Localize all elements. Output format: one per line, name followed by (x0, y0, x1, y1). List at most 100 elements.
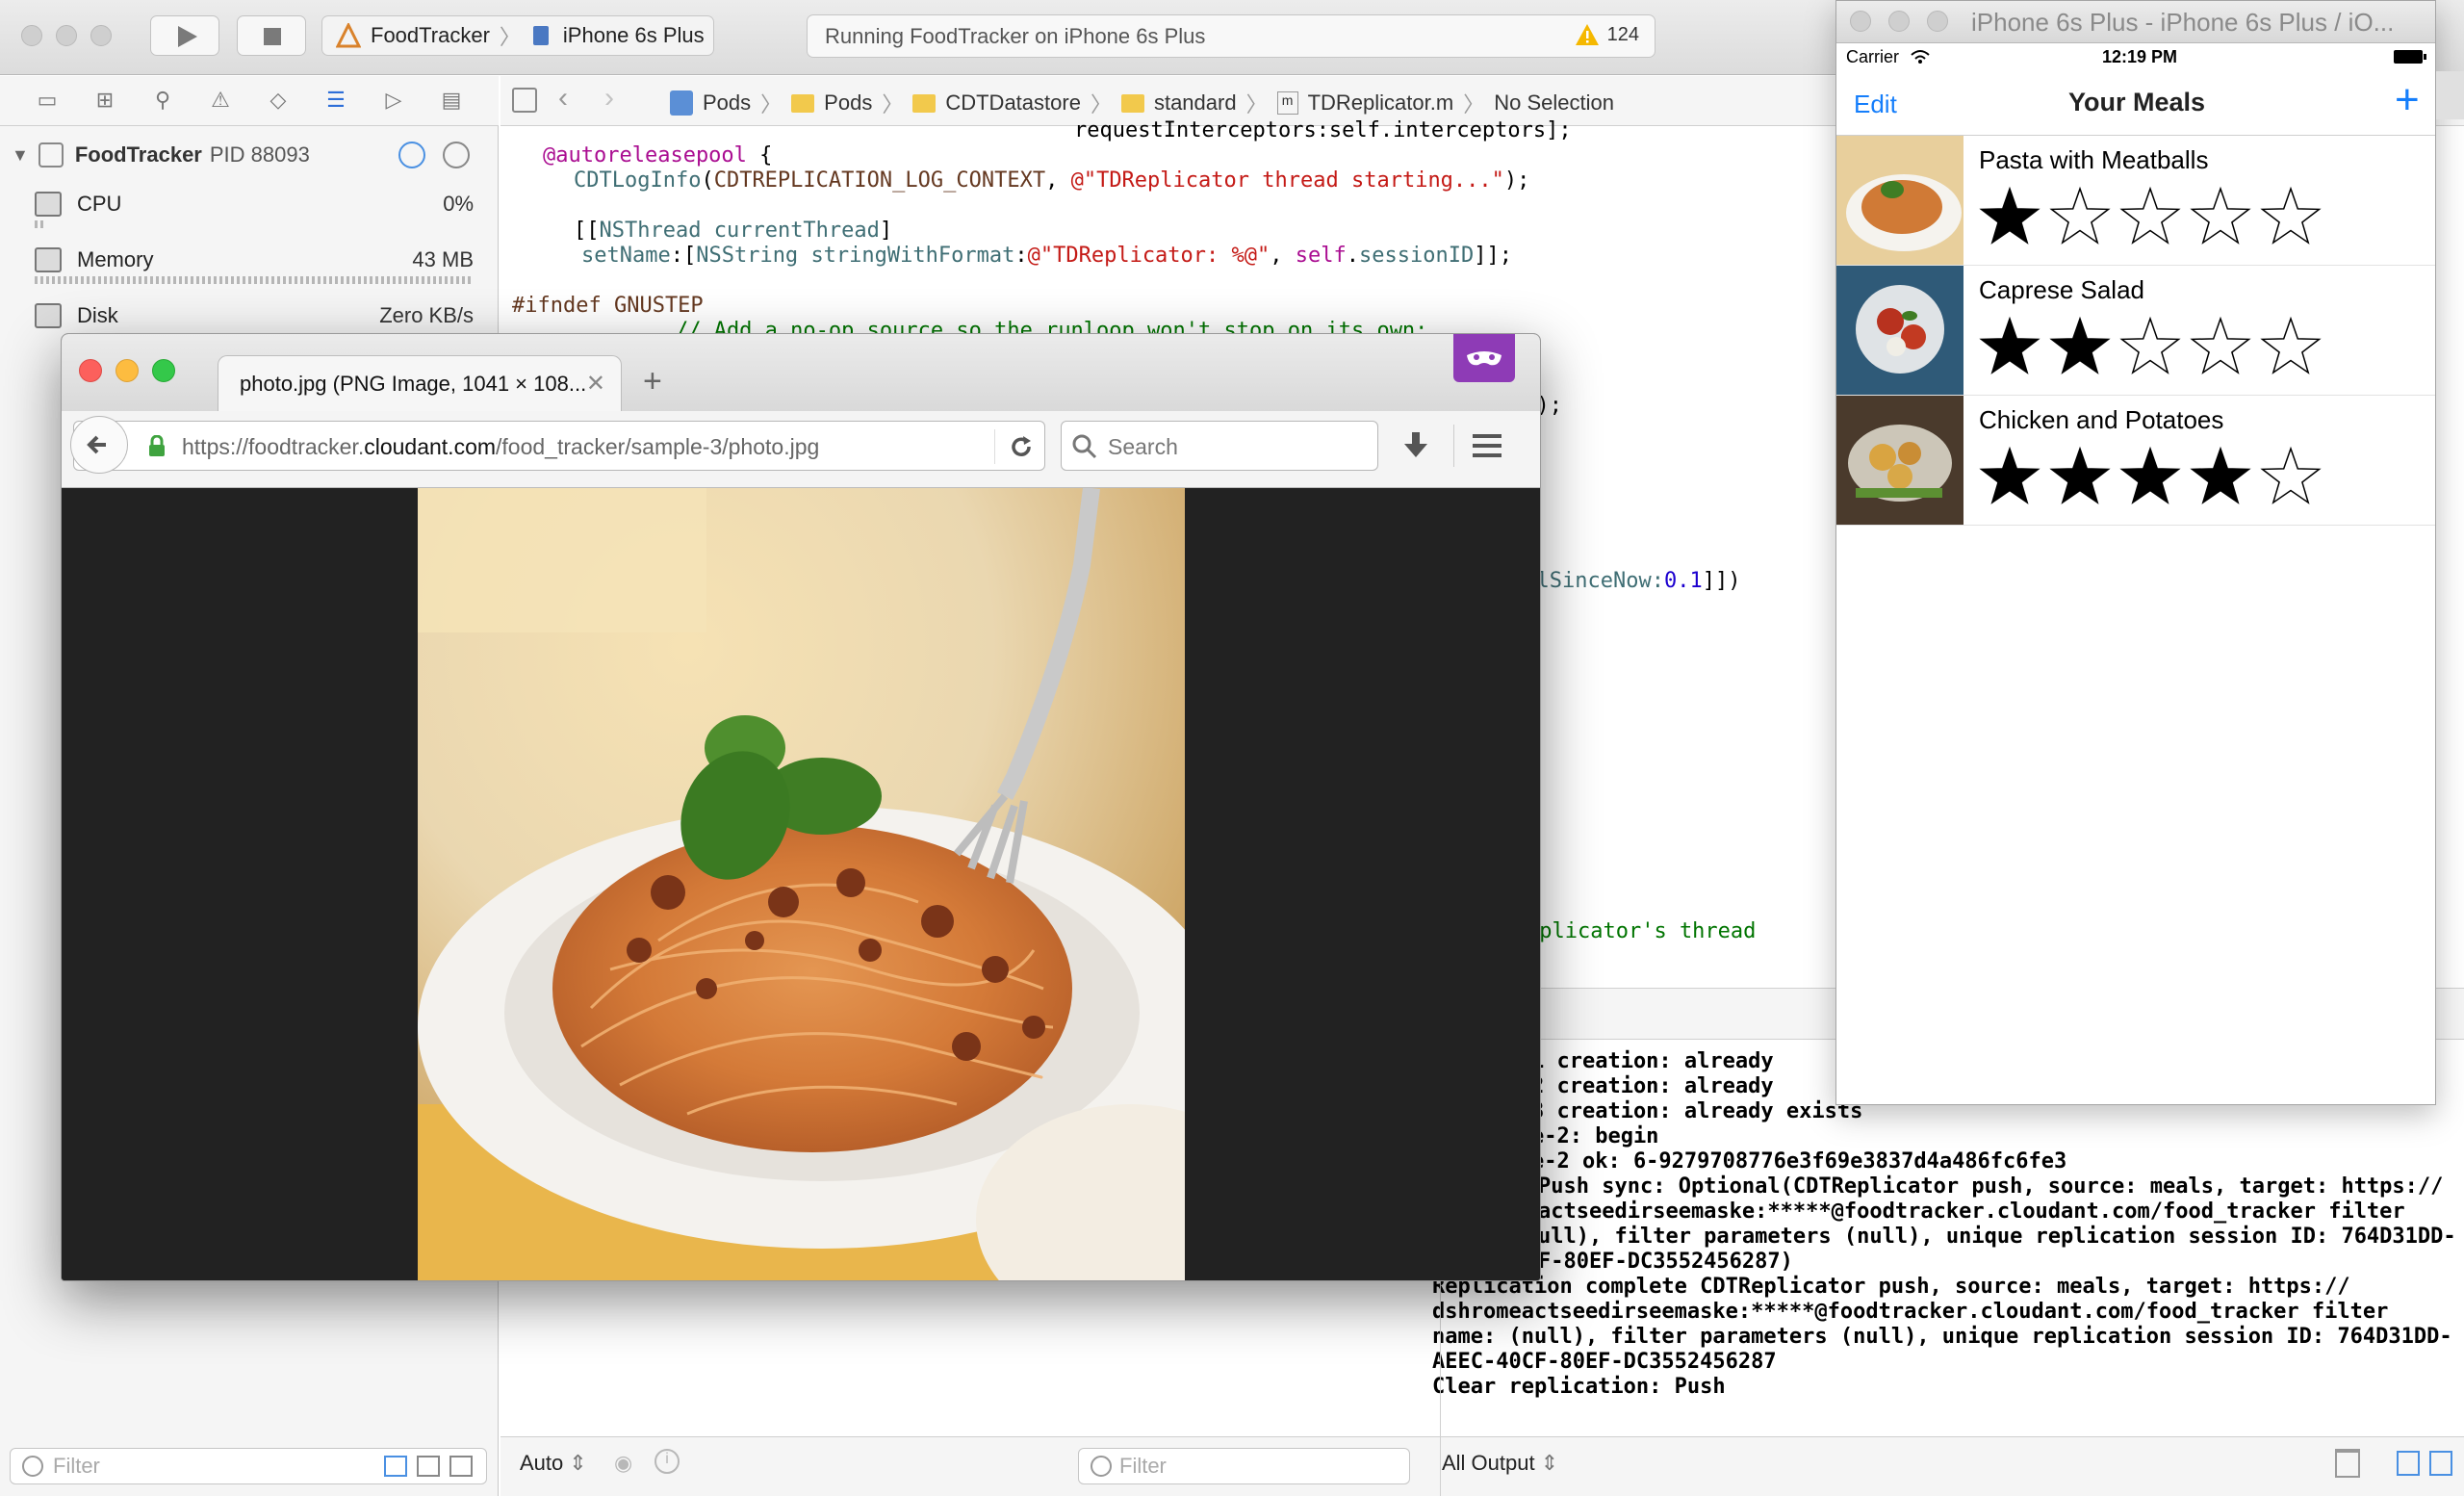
breadcrumb-item[interactable]: standard (1154, 90, 1237, 116)
zoom-window-button[interactable] (90, 25, 112, 46)
gauge-value: Zero KB/s (379, 303, 474, 327)
symbol-navigator-icon[interactable]: ⊞ (90, 88, 119, 115)
filled-star-icon[interactable] (1979, 446, 2040, 507)
zoom-window-button[interactable] (152, 359, 175, 382)
breadcrumb-item[interactable]: Pods (824, 90, 872, 116)
filled-star-icon[interactable] (2049, 446, 2111, 507)
close-tab-icon[interactable]: ✕ (586, 370, 605, 398)
search-input[interactable]: Search (1061, 421, 1378, 471)
scroll-handle[interactable] (2436, 71, 2464, 119)
breadcrumb-item[interactable]: TDReplicator.m (1308, 90, 1454, 116)
filled-star-icon[interactable] (2049, 316, 2111, 377)
find-navigator-icon[interactable]: ⚲ (148, 88, 177, 115)
warning-icon (1575, 24, 1599, 45)
star-shape (2260, 446, 2322, 504)
process-header[interactable]: ▼ FoodTracker PID 88093 (0, 136, 499, 174)
breadcrumb-item[interactable]: Pods (703, 90, 751, 116)
empty-star-icon[interactable] (2260, 186, 2322, 247)
url-prefix: https://foodtracker. (182, 434, 365, 459)
empty-star-icon[interactable] (2119, 316, 2181, 377)
project-navigator-icon[interactable]: ▭ (33, 88, 62, 115)
nav-title: Your Meals (2067, 88, 2206, 116)
info-icon[interactable]: i (654, 1449, 680, 1474)
gauge-cpu[interactable]: CPU 0% (31, 186, 474, 228)
list-item[interactable]: Pasta with Meatballs (1836, 136, 2435, 266)
device-icon (532, 26, 549, 45)
filter-option-icon[interactable] (449, 1456, 473, 1477)
close-window-button[interactable] (1850, 11, 1871, 32)
breakpoint-navigator-icon[interactable]: ▷ (379, 88, 408, 115)
pasta-photo (418, 488, 1185, 1280)
filter-option-icon[interactable] (384, 1456, 407, 1477)
back-icon[interactable]: ‹ (558, 82, 568, 115)
output-selector[interactable]: All Output ⇕ (1442, 1451, 1558, 1476)
eye-icon[interactable]: ◉ (614, 1451, 632, 1476)
empty-star-icon[interactable] (2260, 316, 2322, 377)
scheme-device: iPhone 6s Plus (562, 23, 705, 47)
thread-view-icon[interactable] (443, 142, 470, 168)
code-token: sessionID (1359, 244, 1475, 268)
variables-filter-input[interactable]: Filter (1078, 1448, 1410, 1484)
add-meal-button[interactable]: + (2395, 76, 2420, 124)
star-shape (1979, 316, 2040, 374)
gauge-refresh-icon[interactable] (398, 142, 425, 168)
filled-star-icon[interactable] (2190, 446, 2251, 507)
forward-icon[interactable]: › (604, 82, 614, 115)
source-file-icon: m (1276, 91, 1298, 115)
rating-control[interactable] (1979, 186, 2322, 247)
filled-star-icon[interactable] (2119, 446, 2181, 507)
report-navigator-icon[interactable]: ▤ (437, 88, 466, 115)
empty-star-icon[interactable] (2049, 186, 2111, 247)
star-shape (1979, 186, 2040, 245)
navigator-filter-input[interactable]: Filter (10, 1448, 487, 1484)
url-bar[interactable]: https://foodtracker.cloudant.com/food_tr… (70, 416, 1045, 474)
filter-icon (22, 1456, 43, 1477)
code-line: @autoreleasepool { (543, 143, 773, 168)
warnings-indicator[interactable]: 124 (1575, 23, 1639, 46)
issue-navigator-icon[interactable]: ⚠ (206, 88, 235, 115)
filled-star-icon[interactable] (1979, 186, 2040, 247)
download-icon[interactable] (1399, 428, 1432, 463)
trash-icon[interactable] (2335, 1449, 2360, 1478)
filter-option-icon[interactable] (417, 1456, 440, 1477)
stop-button[interactable] (237, 15, 306, 56)
reload-icon[interactable] (1008, 433, 1035, 460)
minimize-window-button[interactable] (116, 359, 139, 382)
empty-star-icon[interactable] (2190, 316, 2251, 377)
minimize-window-button[interactable] (1888, 11, 1910, 32)
left-panel-toggle-icon[interactable] (2397, 1451, 2420, 1476)
browser-tab[interactable]: photo.jpg (PNG Image, 1041 × 108... ✕ (218, 355, 622, 411)
right-panel-toggle-icon[interactable] (2429, 1451, 2452, 1476)
star-shape (2119, 316, 2181, 374)
warning-count: 124 (1606, 23, 1639, 45)
scheme-selector[interactable]: FoodTracker 〉 iPhone 6s Plus (321, 15, 714, 56)
close-window-button[interactable] (21, 25, 42, 46)
variables-scope-selector[interactable]: Auto ⇕ (520, 1451, 587, 1476)
breadcrumb-item[interactable]: CDTDatastore (945, 90, 1081, 116)
minimize-window-button[interactable] (56, 25, 77, 46)
zoom-window-button[interactable] (1927, 11, 1948, 32)
console-line: Push sync: Optional(CDTReplicator push, … (1538, 1174, 2444, 1199)
related-items-icon[interactable] (512, 88, 537, 113)
run-button[interactable] (150, 15, 219, 56)
list-item[interactable]: Caprese Salad (1836, 266, 2435, 396)
filled-star-icon[interactable] (1979, 316, 2040, 377)
empty-star-icon[interactable] (2119, 186, 2181, 247)
close-window-button[interactable] (79, 359, 102, 382)
menu-icon[interactable] (1471, 430, 1503, 461)
empty-star-icon[interactable] (2260, 446, 2322, 507)
breadcrumb-item[interactable]: No Selection (1494, 90, 1614, 116)
scope-label: Auto (520, 1451, 564, 1475)
code-keyword: self (1295, 244, 1347, 268)
new-tab-icon[interactable]: + (643, 363, 662, 400)
rating-control[interactable] (1979, 316, 2322, 377)
list-item[interactable]: Chicken and Potatoes (1836, 396, 2435, 526)
star-shape (2190, 446, 2251, 504)
back-button[interactable] (70, 416, 128, 474)
debug-navigator-icon[interactable]: ☰ (321, 88, 350, 115)
rating-control[interactable] (1979, 446, 2322, 507)
test-navigator-icon[interactable]: ◇ (264, 88, 293, 115)
gauge-memory[interactable]: Memory 43 MB (31, 242, 474, 284)
empty-star-icon[interactable] (2190, 186, 2251, 247)
disclosure-triangle-icon[interactable]: ▼ (12, 145, 29, 166)
